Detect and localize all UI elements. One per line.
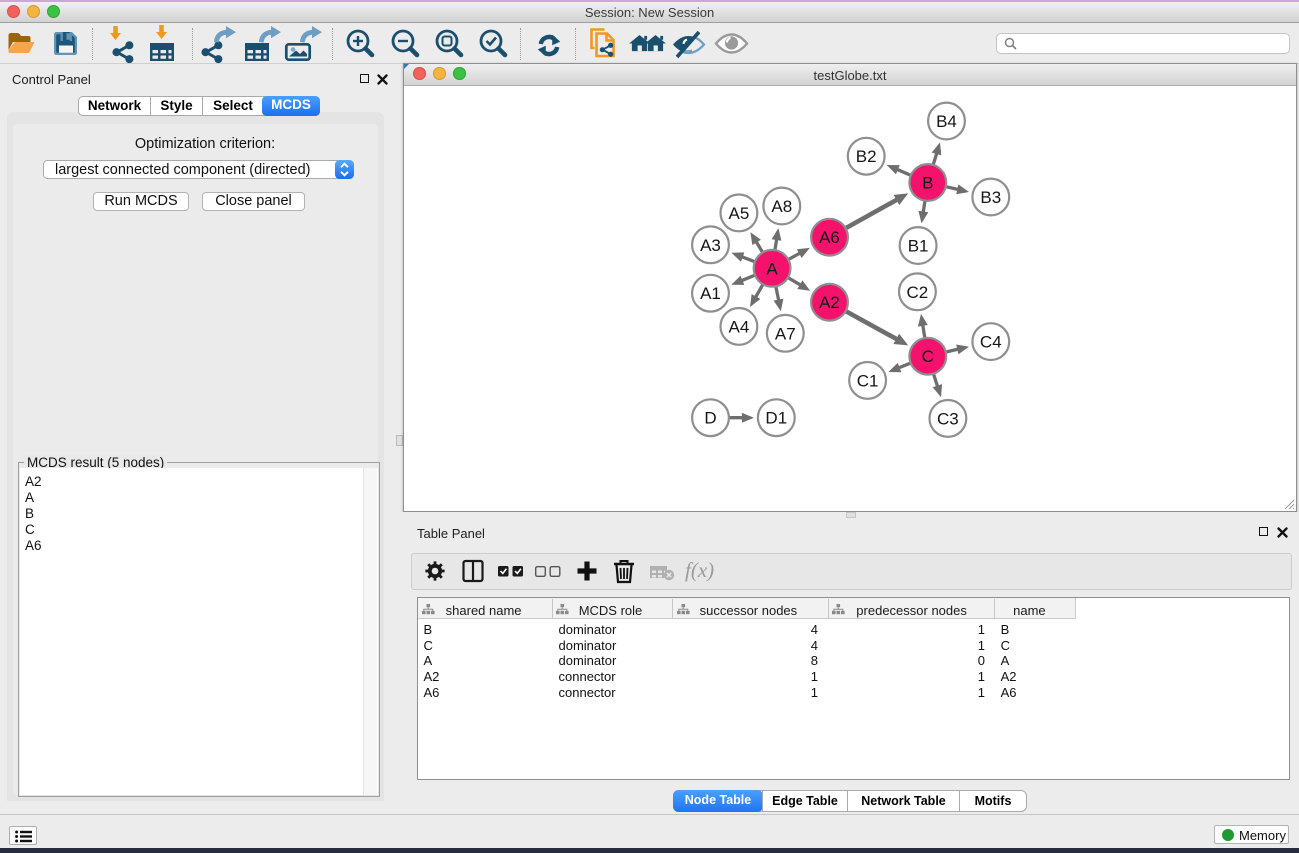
svg-text:A8: A8 [771,197,792,216]
svg-text:A5: A5 [728,204,749,223]
svg-text:D1: D1 [765,409,787,428]
svg-text:A6: A6 [819,228,840,247]
svg-text:C1: C1 [856,371,878,390]
svg-text:A3: A3 [700,236,721,255]
svg-text:B2: B2 [855,147,876,166]
svg-text:C2: C2 [906,283,928,302]
svg-text:C3: C3 [937,409,959,428]
svg-text:A4: A4 [728,317,749,336]
svg-text:D: D [704,409,716,428]
svg-text:C: C [921,347,933,366]
svg-text:A: A [766,259,778,278]
svg-text:B4: B4 [936,112,957,131]
svg-text:A2: A2 [819,293,840,312]
svg-text:C4: C4 [979,333,1001,352]
svg-text:A1: A1 [700,284,721,303]
svg-text:B: B [922,174,933,193]
svg-text:B1: B1 [907,237,928,256]
svg-text:B3: B3 [980,188,1001,207]
svg-text:A7: A7 [774,324,795,343]
